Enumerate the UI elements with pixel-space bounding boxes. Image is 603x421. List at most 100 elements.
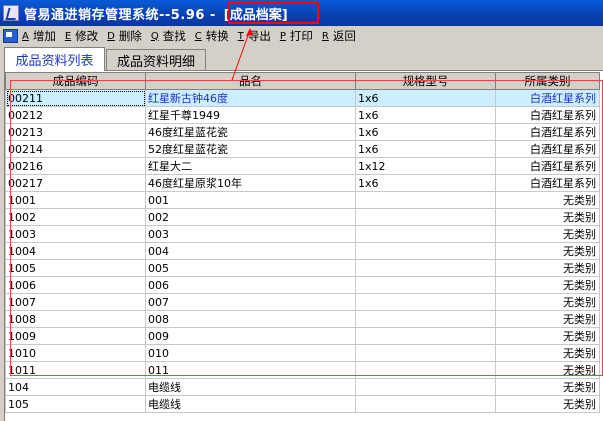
- cell-name[interactable]: 红星新古钟46度: [145, 89, 356, 107]
- cell-spec[interactable]: [355, 344, 496, 362]
- cell-code[interactable]: 104: [5, 378, 146, 396]
- cell-code[interactable]: 1006: [5, 276, 146, 294]
- toolbar-button-q[interactable]: Q 查找: [151, 28, 186, 44]
- table-row[interactable]: 1003 003 无类别: [5, 225, 600, 243]
- cell-spec[interactable]: [355, 191, 496, 209]
- cell-code[interactable]: 00216: [5, 157, 146, 175]
- table-row[interactable]: 00211 红星新古钟46度 1x6 白酒红星系列: [5, 89, 600, 107]
- cell-spec[interactable]: [355, 378, 496, 396]
- toolbar-button-t[interactable]: T 导出: [238, 28, 271, 44]
- table-row[interactable]: 1009 009 无类别: [5, 327, 600, 345]
- table-row[interactable]: 1005 005 无类别: [5, 259, 600, 277]
- cell-code[interactable]: 1002: [5, 208, 146, 226]
- cell-spec[interactable]: [355, 395, 496, 413]
- tab-product-list[interactable]: 成品资料列表: [4, 47, 105, 71]
- column-header-spec[interactable]: 规格型号: [355, 72, 496, 90]
- table-row[interactable]: 1002 002 无类别: [5, 208, 600, 226]
- toolbar-button-p[interactable]: P 打印: [280, 28, 313, 44]
- cell-code[interactable]: 1008: [5, 310, 146, 328]
- cell-name[interactable]: 010: [145, 344, 356, 362]
- cell-category[interactable]: 无类别: [495, 395, 600, 413]
- cell-name[interactable]: 电缆线: [145, 378, 356, 396]
- table-row[interactable]: 1007 007 无类别: [5, 293, 600, 311]
- cell-category[interactable]: 白酒红星系列: [495, 140, 600, 158]
- toolbar-button-d[interactable]: D 删除: [107, 28, 142, 44]
- cell-spec[interactable]: 1x6: [355, 89, 496, 107]
- column-header-category[interactable]: 所属类别: [495, 72, 600, 90]
- tab-product-detail[interactable]: 成品资料明细: [106, 49, 206, 70]
- toolbar-button-e[interactable]: E 修改: [65, 28, 98, 44]
- cell-code[interactable]: 1009: [5, 327, 146, 345]
- cell-name[interactable]: 006: [145, 276, 356, 294]
- cell-code[interactable]: 00213: [5, 123, 146, 141]
- cell-category[interactable]: 白酒红星系列: [495, 157, 600, 175]
- cell-code[interactable]: 00211: [5, 89, 146, 107]
- cell-name[interactable]: 005: [145, 259, 356, 277]
- toolbar-button-c[interactable]: C 转换: [195, 28, 229, 44]
- window-menu-icon[interactable]: [3, 29, 18, 43]
- cell-spec[interactable]: [355, 327, 496, 345]
- cell-category[interactable]: 无类别: [495, 327, 600, 345]
- cell-category[interactable]: 无类别: [495, 293, 600, 311]
- cell-code[interactable]: 1007: [5, 293, 146, 311]
- cell-code[interactable]: 00212: [5, 106, 146, 124]
- cell-code[interactable]: 1001: [5, 191, 146, 209]
- cell-code[interactable]: 1003: [5, 225, 146, 243]
- cell-name[interactable]: 46度红星蓝花瓷: [145, 123, 356, 141]
- cell-category[interactable]: 无类别: [495, 378, 600, 396]
- cell-code[interactable]: 1004: [5, 242, 146, 260]
- table-row[interactable]: 00213 46度红星蓝花瓷 1x6 白酒红星系列: [5, 123, 600, 141]
- cell-category[interactable]: 白酒红星系列: [495, 106, 600, 124]
- toolbar-button-r[interactable]: R 返回: [322, 28, 356, 44]
- cell-name[interactable]: 红星千尊1949: [145, 106, 356, 124]
- cell-name[interactable]: 009: [145, 327, 356, 345]
- cell-code[interactable]: 105: [5, 395, 146, 413]
- column-header-code[interactable]: 成品编码: [5, 72, 146, 90]
- cell-category[interactable]: 白酒红星系列: [495, 89, 600, 107]
- table-row[interactable]: 1004 004 无类别: [5, 242, 600, 260]
- cell-spec[interactable]: [355, 225, 496, 243]
- cell-spec[interactable]: [355, 208, 496, 226]
- cell-category[interactable]: 无类别: [495, 259, 600, 277]
- cell-code[interactable]: 00217: [5, 174, 146, 192]
- cell-spec[interactable]: 1x6: [355, 174, 496, 192]
- cell-category[interactable]: 无类别: [495, 344, 600, 362]
- table-row[interactable]: 00217 46度红星原浆10年 1x6 白酒红星系列: [5, 174, 600, 192]
- cell-code[interactable]: 1005: [5, 259, 146, 277]
- table-row[interactable]: 1010 010 无类别: [5, 344, 600, 362]
- cell-spec[interactable]: [355, 310, 496, 328]
- cell-spec[interactable]: [355, 242, 496, 260]
- toolbar-button-a[interactable]: A 增加: [22, 28, 56, 44]
- cell-spec[interactable]: [355, 276, 496, 294]
- cell-category[interactable]: 白酒红星系列: [495, 123, 600, 141]
- table-row[interactable]: 1006 006 无类别: [5, 276, 600, 294]
- cell-spec[interactable]: [355, 259, 496, 277]
- cell-name[interactable]: 011: [145, 361, 356, 379]
- table-row[interactable]: 105 电缆线 无类别: [5, 395, 600, 413]
- cell-code[interactable]: 00214: [5, 140, 146, 158]
- cell-code[interactable]: 1010: [5, 344, 146, 362]
- cell-name[interactable]: 007: [145, 293, 356, 311]
- table-row[interactable]: 1001 001 无类别: [5, 191, 600, 209]
- cell-name[interactable]: 电缆线: [145, 395, 356, 413]
- cell-name[interactable]: 001: [145, 191, 356, 209]
- cell-spec[interactable]: [355, 293, 496, 311]
- table-row[interactable]: 1008 008 无类别: [5, 310, 600, 328]
- cell-name[interactable]: 002: [145, 208, 356, 226]
- cell-spec[interactable]: 1x6: [355, 123, 496, 141]
- cell-category[interactable]: 无类别: [495, 276, 600, 294]
- cell-category[interactable]: 无类别: [495, 191, 600, 209]
- cell-spec[interactable]: 1x12: [355, 157, 496, 175]
- cell-category[interactable]: 无类别: [495, 208, 600, 226]
- table-row[interactable]: 1011 011 无类别: [5, 361, 600, 379]
- cell-spec[interactable]: [355, 361, 496, 379]
- cell-spec[interactable]: 1x6: [355, 106, 496, 124]
- cell-category[interactable]: 白酒红星系列: [495, 174, 600, 192]
- column-header-name[interactable]: 品名: [145, 72, 356, 90]
- table-row[interactable]: 00214 52度红星蓝花瓷 1x6 白酒红星系列: [5, 140, 600, 158]
- table-row[interactable]: 00212 红星千尊1949 1x6 白酒红星系列: [5, 106, 600, 124]
- cell-category[interactable]: 无类别: [495, 310, 600, 328]
- table-row[interactable]: 104 电缆线 无类别: [5, 378, 600, 396]
- cell-name[interactable]: 003: [145, 225, 356, 243]
- table-row[interactable]: 00216 红星大二 1x12 白酒红星系列: [5, 157, 600, 175]
